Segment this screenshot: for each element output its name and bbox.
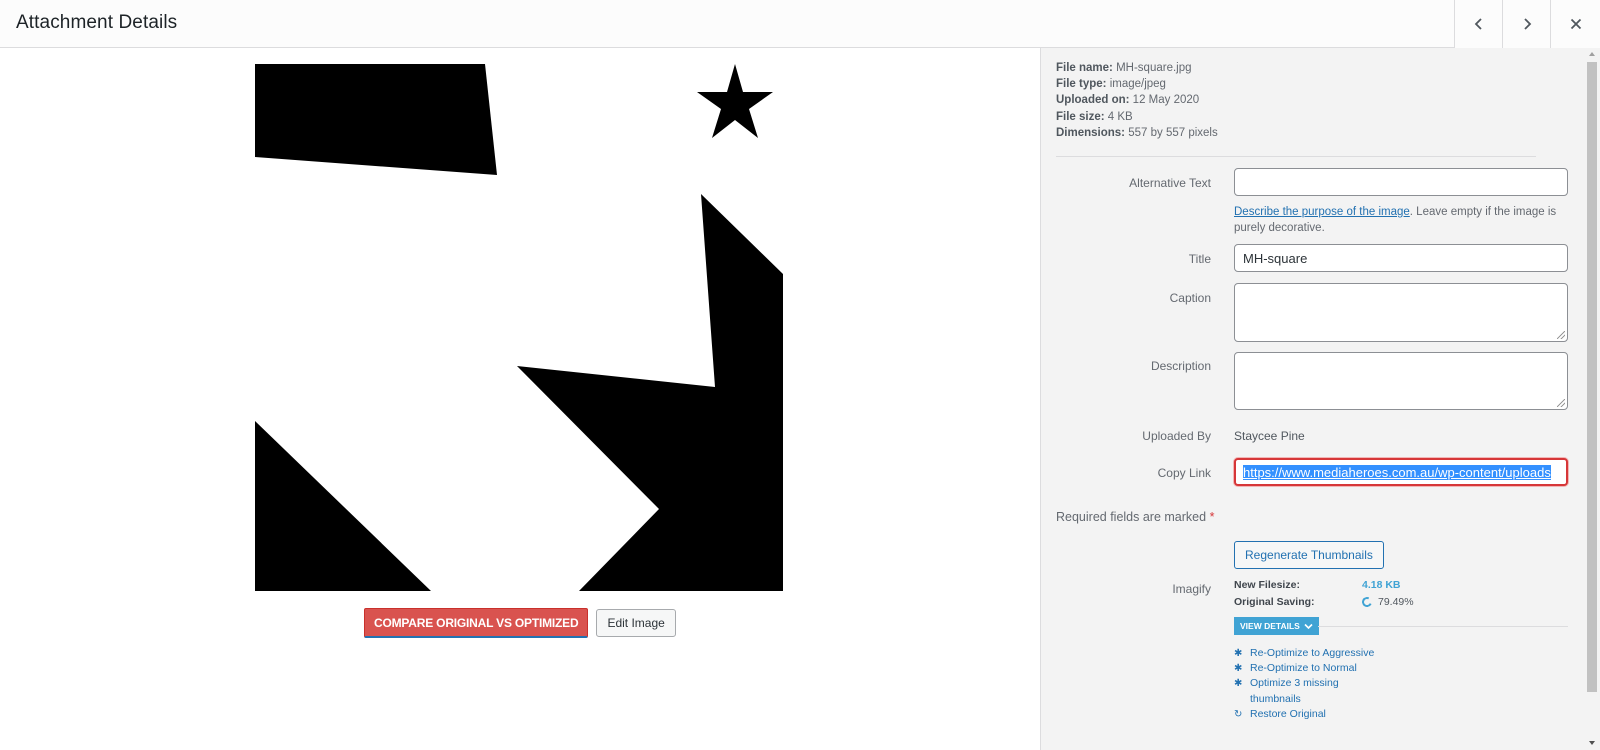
required-star: * xyxy=(1209,510,1215,524)
imagify-actions: ✱ Re-Optimize to Aggressive ✱ Re-Optimize … xyxy=(1234,646,1374,722)
saving-chart-icon xyxy=(1360,595,1374,608)
new-filesize-row: New Filesize: 4.18 KB xyxy=(1234,578,1401,591)
dimensions: 557 by 557 pixels xyxy=(1128,126,1218,139)
alt-text-label: Alternative Text xyxy=(1129,176,1211,190)
description-textarea[interactable] xyxy=(1234,352,1568,410)
image-shape-top-left xyxy=(255,64,497,175)
resize-handle[interactable] xyxy=(1557,399,1565,407)
title-input[interactable]: MH-square xyxy=(1234,244,1568,272)
divider xyxy=(1318,626,1568,627)
uploaded-on-row: Uploaded on: 12 May 2020 xyxy=(1056,94,1200,107)
title-label: Title xyxy=(1188,252,1211,266)
next-button[interactable] xyxy=(1502,0,1550,48)
copy-link-input[interactable]: https://www.mediaheroes.com.au/wp-conten… xyxy=(1234,458,1568,486)
caption-label: Caption xyxy=(1169,291,1211,305)
original-saving-row: Original Saving: 79.49% xyxy=(1234,595,1414,608)
describe-purpose-link[interactable]: Describe the purpose of the image xyxy=(1234,206,1410,218)
scroll-up-arrow-icon[interactable] xyxy=(1589,52,1595,56)
dimensions-row: Dimensions: 557 by 557 pixels xyxy=(1056,126,1218,139)
file-type-row: File type: image/jpeg xyxy=(1056,78,1166,91)
previous-button[interactable] xyxy=(1454,0,1502,48)
file-size-row: File size: 4 KB xyxy=(1056,110,1133,123)
uploaded-by-label: Uploaded By xyxy=(1142,429,1211,443)
reoptimize-aggressive-link[interactable]: ✱ Re-Optimize to Aggressive xyxy=(1234,646,1374,661)
file-info: File name: MH-square.jpg File type: imag… xyxy=(1056,60,1218,141)
optimize-missing-thumbnails-link[interactable]: ✱ Optimize 3 missing thumbnails xyxy=(1234,676,1354,706)
alt-text-input[interactable] xyxy=(1234,168,1568,196)
media-preview-area: COMPARE ORIGINAL VS OPTIMIZED Edit Image xyxy=(0,48,1040,750)
file-size: 4 KB xyxy=(1107,110,1133,123)
uploaded-by-value: Staycee Pine xyxy=(1234,429,1305,443)
edit-image-button[interactable]: Edit Image xyxy=(596,609,676,637)
view-details-button[interactable]: VIEW DETAILS xyxy=(1234,617,1319,635)
file-name-row: File name: MH-square.jpg xyxy=(1056,62,1192,74)
reoptimize-normal-link[interactable]: ✱ Re-Optimize to Normal xyxy=(1234,661,1374,676)
attachment-details-sidebar: File name: MH-square.jpg File type: imag… xyxy=(1040,48,1600,750)
restore-original-link[interactable]: ↻ Restore Original xyxy=(1234,707,1374,722)
gear-icon: ✱ xyxy=(1234,648,1243,659)
divider xyxy=(1056,156,1536,157)
regenerate-thumbnails-button[interactable]: Regenerate Thumbnails xyxy=(1234,541,1384,569)
chevron-left-icon xyxy=(1474,18,1482,30)
new-filesize-value: 4.18 KB xyxy=(1362,578,1401,591)
alt-text-help: Describe the purpose of the image. Leave… xyxy=(1234,206,1557,234)
original-saving-value: 79.49% xyxy=(1378,595,1414,608)
caption-textarea[interactable] xyxy=(1234,283,1568,342)
copy-link-label: Copy Link xyxy=(1157,466,1211,480)
sidebar-scrollbar[interactable] xyxy=(1584,48,1600,750)
scrollbar-thumb[interactable] xyxy=(1587,62,1597,692)
scroll-down-arrow-icon[interactable] xyxy=(1589,741,1595,745)
resize-handle[interactable] xyxy=(1557,331,1565,339)
chevron-right-icon xyxy=(1523,18,1531,30)
close-icon xyxy=(1570,18,1581,30)
gear-icon: ✱ xyxy=(1234,678,1243,690)
imagify-stats: New Filesize: 4.18 KB Original Saving: 7… xyxy=(1234,576,1414,610)
page-title: Attachment Details xyxy=(16,12,178,33)
file-type: image/jpeg xyxy=(1109,78,1166,91)
file-name: MH-square.jpg xyxy=(1116,62,1192,74)
copy-link-value: https://www.mediaheroes.com.au/wp-conten… xyxy=(1243,464,1551,480)
attachment-image xyxy=(255,64,783,591)
restore-icon: ↻ xyxy=(1234,708,1243,720)
uploaded-on: 12 May 2020 xyxy=(1132,94,1200,107)
gear-icon: ✱ xyxy=(1234,663,1243,675)
compare-original-vs-optimized-button[interactable]: COMPARE ORIGINAL VS OPTIMIZED xyxy=(364,608,589,638)
imagify-label: Imagify xyxy=(1172,582,1211,596)
description-label: Description xyxy=(1150,359,1211,373)
modal-header: Attachment Details xyxy=(0,0,1600,48)
image-actions: COMPARE ORIGINAL VS OPTIMIZED Edit Image xyxy=(364,608,676,638)
chevron-down-icon xyxy=(1304,623,1313,629)
close-button[interactable] xyxy=(1550,0,1600,48)
required-fields-note: Required fields are marked * xyxy=(1056,510,1215,524)
